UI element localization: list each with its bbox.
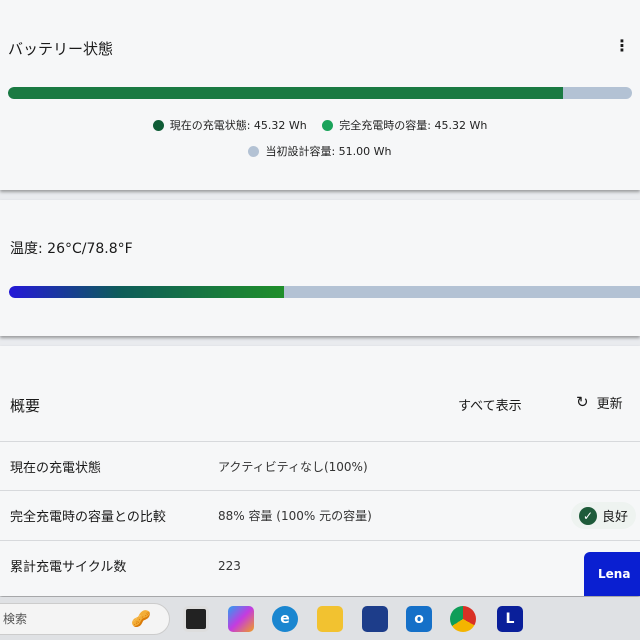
row-key: 現在の充電状態 bbox=[10, 461, 102, 476]
battery-capacity-bar bbox=[8, 87, 632, 99]
row-value: アクティビティなし(100%) bbox=[218, 460, 368, 474]
row-key: 累計充電サイクル数 bbox=[10, 560, 127, 575]
store-icon[interactable] bbox=[362, 605, 388, 632]
badge-label: 良好 bbox=[601, 510, 628, 525]
temperature-bar bbox=[9, 286, 640, 298]
overview-title: 概要 bbox=[10, 397, 41, 415]
edge-icon[interactable]: e bbox=[272, 605, 298, 632]
overview-card: 概要 すべて表示 ↻ 更新 現在の充電状態 アクティビティなし(100%) 完全充… bbox=[0, 346, 640, 596]
legend-design-capacity: 当初設計容量: 51.00 Wh bbox=[248, 143, 392, 159]
charge-fill bbox=[8, 87, 563, 99]
pistachio-icon: 🥜 bbox=[131, 609, 151, 628]
lena-button[interactable]: Lena bbox=[584, 552, 640, 596]
chrome-icon[interactable] bbox=[450, 605, 476, 632]
refresh-button[interactable]: ↻ 更新 bbox=[576, 393, 623, 412]
taskbar: 検索 🥜 e o L bbox=[0, 597, 640, 640]
show-all-link[interactable]: すべて表示 bbox=[458, 395, 522, 414]
legend-full-charge: 完全充電時の容量: 45.32 Wh bbox=[322, 117, 487, 133]
dot-icon bbox=[322, 119, 334, 131]
row-key: 完全充電時の容量との比較 bbox=[10, 510, 166, 525]
refresh-icon: ↻ bbox=[576, 393, 589, 411]
table-row: 累計充電サイクル数 223 bbox=[0, 540, 640, 590]
battery-status-card: バッテリー状態 ⋮ 現在の充電状態: 45.32 Wh 完全充電時の容量: 45… bbox=[0, 0, 640, 190]
legend-row-1: 現在の充電状態: 45.32 Wh 完全充電時の容量: 45.32 Wh bbox=[0, 117, 640, 134]
lenovo-vantage-icon[interactable]: L bbox=[497, 605, 523, 632]
refresh-label: 更新 bbox=[596, 397, 623, 412]
more-vertical-icon[interactable]: ⋮ bbox=[614, 36, 630, 55]
temperature-label: 温度: 26°C/78.8°F bbox=[10, 241, 133, 257]
outlook-icon[interactable]: o bbox=[406, 605, 432, 632]
row-value: 223 bbox=[218, 558, 241, 573]
temperature-card: 温度: 26°C/78.8°F bbox=[0, 200, 640, 336]
legend-current-charge: 現在の充電状態: 45.32 Wh bbox=[152, 117, 307, 133]
table-row: 完全充電時の容量との比較 88% 容量 (100% 元の容量) ✓ 良好 bbox=[0, 490, 640, 540]
copilot-icon[interactable] bbox=[228, 605, 254, 632]
search-placeholder: 検索 bbox=[3, 612, 28, 626]
legend-label: 当初設計容量: 51.00 Wh bbox=[265, 145, 392, 158]
check-circle-icon: ✓ bbox=[578, 506, 597, 525]
dot-icon bbox=[152, 119, 164, 131]
legend-label: 完全充電時の容量: 45.32 Wh bbox=[339, 119, 488, 132]
dot-icon bbox=[248, 145, 260, 157]
taskbar-search[interactable]: 検索 🥜 bbox=[0, 602, 170, 635]
file-explorer-icon[interactable] bbox=[317, 605, 343, 632]
temperature-fill bbox=[9, 286, 285, 298]
status-badge: ✓ 良好 bbox=[570, 502, 636, 529]
battery-status-title: バッテリー状態 bbox=[8, 40, 114, 58]
legend-row-2: 当初設計容量: 51.00 Wh bbox=[0, 143, 640, 160]
task-view-icon[interactable] bbox=[183, 605, 209, 632]
table-row: 現在の充電状態 アクティビティなし(100%) bbox=[0, 441, 640, 491]
row-value: 88% 容量 (100% 元の容量) bbox=[218, 509, 372, 523]
legend-label: 現在の充電状態: 45.32 Wh bbox=[169, 119, 307, 132]
